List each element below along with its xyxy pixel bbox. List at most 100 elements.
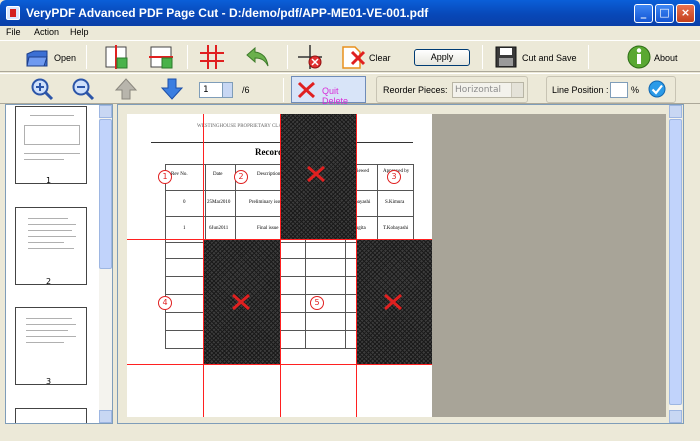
scroll-thumb[interactable] xyxy=(669,119,682,405)
table-header-cell: Description xyxy=(257,172,281,177)
status-bar xyxy=(0,424,700,441)
app-icon xyxy=(6,6,20,20)
next-page-icon[interactable] xyxy=(160,77,184,101)
table-cell: T.Kobayashi xyxy=(383,226,409,231)
table-cell: 1 xyxy=(183,226,186,231)
zoom-out-icon[interactable] xyxy=(71,77,95,101)
toolbar-separator xyxy=(187,45,188,69)
piece-number: 4 xyxy=(158,296,172,310)
quit-delete-label: Quit Delete xyxy=(322,86,349,106)
thumbnail-page-4[interactable] xyxy=(15,408,87,423)
thumbnail-page-3[interactable] xyxy=(15,307,87,385)
thumbnail-scrollbar[interactable] xyxy=(99,105,112,423)
thumb-text-line xyxy=(28,242,64,243)
toolbar-separator xyxy=(283,78,284,102)
apply-button[interactable]: Apply xyxy=(414,49,470,66)
delete-piece-icon[interactable] xyxy=(298,45,322,69)
thumb-text-line xyxy=(26,324,76,325)
toolbar-separator xyxy=(86,45,87,69)
clear-page-icon xyxy=(342,46,366,69)
reorder-pieces-label: Reorder Pieces: xyxy=(383,85,448,95)
vertical-cut-line[interactable] xyxy=(280,114,281,417)
table-cell: 0 xyxy=(183,200,186,205)
piece-number: 1 xyxy=(158,170,172,184)
scroll-thumb[interactable] xyxy=(99,119,112,269)
menu-help[interactable]: Help xyxy=(70,27,89,37)
cut-and-save-button[interactable]: Cut and Save xyxy=(492,43,578,71)
thumbnail-page-2[interactable] xyxy=(15,207,87,285)
thumb-table xyxy=(24,125,80,145)
table-cell: Final issue xyxy=(257,226,279,231)
menu-action[interactable]: Action xyxy=(34,27,59,37)
about-label: About xyxy=(654,53,678,63)
thumb-text-line xyxy=(24,153,80,154)
thumb-text-line xyxy=(30,115,74,116)
grid-lines-icon[interactable] xyxy=(200,45,224,69)
open-button[interactable]: Open xyxy=(22,43,80,71)
about-button[interactable]: About xyxy=(624,43,680,71)
title-bar[interactable]: VeryPDF Advanced PDF Page Cut - D:/demo/… xyxy=(0,0,700,26)
thumb-text-line xyxy=(28,236,76,237)
vertical-cut-line[interactable] xyxy=(356,114,357,417)
reorder-pieces-select[interactable]: Horizontal xyxy=(452,82,524,98)
zoom-in-icon[interactable] xyxy=(30,77,54,101)
page-scrollbar[interactable] xyxy=(669,105,682,423)
add-horizontal-line-icon[interactable] xyxy=(149,45,173,69)
chevron-down-icon[interactable] xyxy=(511,83,523,97)
thumbnail-page-1[interactable] xyxy=(15,106,87,184)
page-view[interactable]: WESTINGHOUSE PROPRIETARY CLASS Record of… xyxy=(117,104,684,424)
undo-arrow-icon[interactable] xyxy=(245,45,271,69)
scroll-up-arrow[interactable] xyxy=(669,105,682,118)
thumb-text-line xyxy=(24,159,64,160)
scroll-down-arrow[interactable] xyxy=(669,410,682,423)
page-number-input[interactable]: 1 xyxy=(199,82,233,98)
thumbnail-label: 2 xyxy=(46,277,52,286)
open-label: Open xyxy=(54,53,77,63)
line-position-input[interactable] xyxy=(610,82,628,98)
add-vertical-line-icon[interactable] xyxy=(104,45,128,69)
horizontal-cut-line[interactable] xyxy=(127,239,432,240)
previous-page-icon[interactable] xyxy=(114,77,138,101)
thumbnail-label: 1 xyxy=(46,176,52,185)
close-button[interactable]: × xyxy=(676,4,695,23)
scroll-up-arrow[interactable] xyxy=(99,105,112,118)
toolbar-separator xyxy=(588,45,589,69)
delete-mark-icon xyxy=(384,293,402,311)
piece-number: 3 xyxy=(387,170,401,184)
quit-delete-button[interactable]: Quit Delete xyxy=(291,76,366,106)
menu-file[interactable]: File xyxy=(6,27,21,37)
cut-and-save-label: Cut and Save xyxy=(522,53,577,63)
page-total: /6 xyxy=(242,85,250,95)
thumb-text-line xyxy=(28,224,76,225)
thumb-text-line xyxy=(26,342,64,343)
piece-number: 5 xyxy=(310,296,324,310)
maximize-button[interactable]: □ xyxy=(655,4,674,23)
save-disk-icon xyxy=(495,46,517,68)
table-cell: 6Jun2011 xyxy=(209,226,229,231)
pdf-page[interactable]: WESTINGHOUSE PROPRIETARY CLASS Record of… xyxy=(127,114,432,417)
reorder-pieces-value: Horizontal xyxy=(455,85,501,95)
confirm-check-icon[interactable] xyxy=(648,80,666,98)
minimize-button[interactable]: _ xyxy=(634,4,653,23)
scroll-down-arrow[interactable] xyxy=(99,410,112,423)
thumb-text-line xyxy=(28,248,74,249)
page-spinner[interactable] xyxy=(222,83,232,97)
table-border xyxy=(165,164,166,348)
thumb-text-line xyxy=(28,218,68,219)
horizontal-cut-line[interactable] xyxy=(127,364,432,365)
table-header-cell: Date xyxy=(213,172,223,177)
thumb-text-line xyxy=(26,330,68,331)
table-cell: S.Kimura xyxy=(385,200,405,205)
line-position-label: Line Position : xyxy=(552,85,609,95)
table-cell: Preliminary issue xyxy=(249,200,284,205)
info-icon xyxy=(627,45,651,69)
table-header-cell: Rev No. xyxy=(171,172,188,177)
thumb-text-line xyxy=(26,336,76,337)
vertical-cut-line[interactable] xyxy=(203,114,204,417)
page-number-value: 1 xyxy=(203,85,209,95)
table-cell: 25Mar2010 xyxy=(207,200,231,205)
clear-button[interactable]: Clear xyxy=(340,43,396,71)
thumbnail-label: 3 xyxy=(46,377,52,386)
toolbar-separator xyxy=(482,45,483,69)
thumbnail-panel[interactable]: 1 2 3 xyxy=(5,104,113,424)
